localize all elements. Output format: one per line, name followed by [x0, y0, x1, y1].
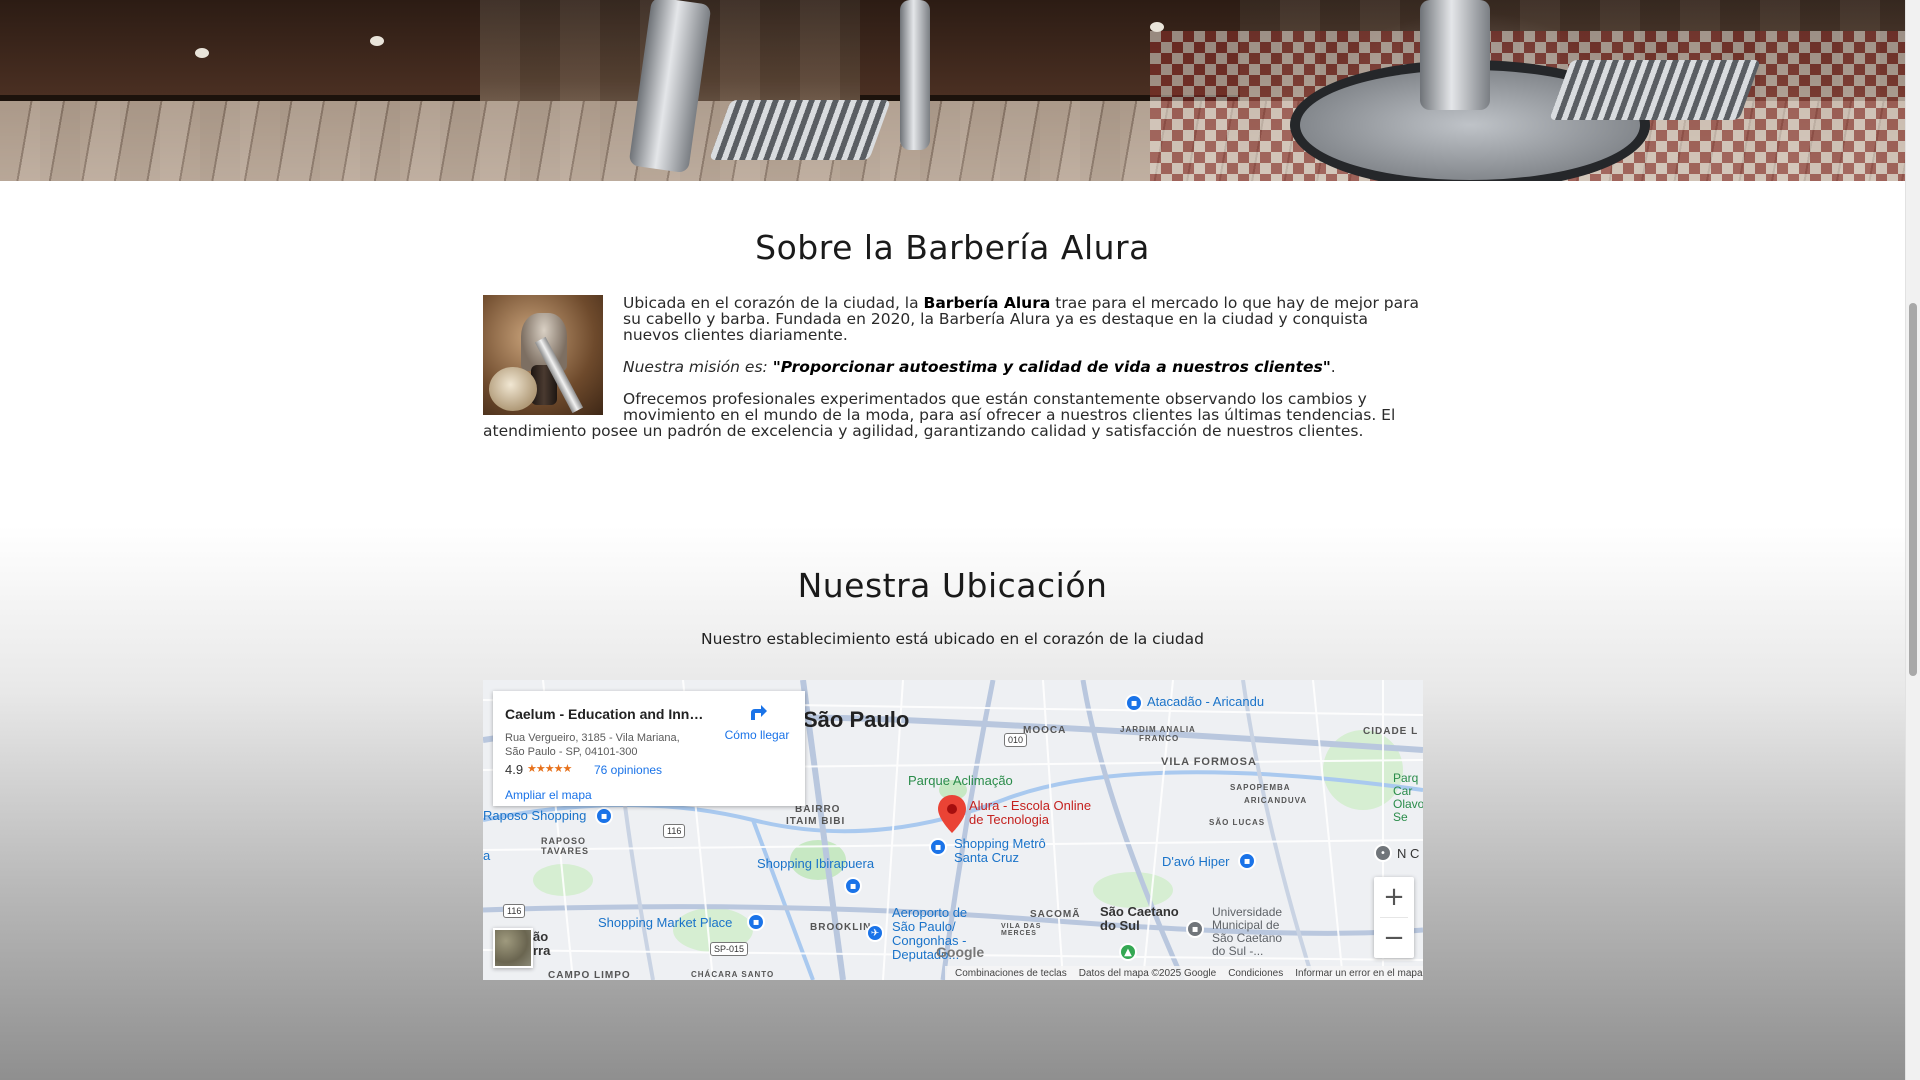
- map-label-brooklin: BROOKLIN: [810, 922, 872, 933]
- location-pin-icon[interactable]: [938, 795, 966, 833]
- map-label-raposo-shopping[interactable]: Raposo Shopping: [483, 808, 586, 823]
- about-mission: Nuestra misión es: "Proporcionar autoest…: [623, 358, 1336, 376]
- map-label-alura[interactable]: Alura - Escola Online de Tecnologia: [969, 799, 1091, 827]
- about-intro: Ubicada en el corazón de la ciudad, la B…: [623, 294, 1420, 344]
- directions-icon[interactable]: [746, 701, 770, 725]
- map-label-shopping-metro[interactable]: Shopping Metrô Santa Cruz: [954, 837, 1046, 865]
- route-010-shield: 010: [1004, 733, 1028, 747]
- park-poi-icon[interactable]: ▲: [1119, 943, 1137, 961]
- map-label-cidade: CIDADE L: [1363, 726, 1419, 737]
- map-label-parque-carmo: Parq Car Olavo Se: [1393, 771, 1423, 824]
- location-section: Nuestra Ubicación Nuestro establecimient…: [0, 526, 1905, 1080]
- page-scrollbar[interactable]: [1905, 0, 1920, 1080]
- map-label-itaim: ITAIM BIBI: [786, 816, 846, 827]
- route-116-shield: 116: [503, 904, 526, 918]
- location-poi-icon[interactable]: •: [1374, 844, 1392, 862]
- shopping-poi-icon[interactable]: ▪: [929, 838, 947, 856]
- google-logo: Google: [936, 944, 985, 960]
- map-label-sapopemba: SAPOPEMBA: [1230, 783, 1291, 792]
- directions-link[interactable]: Cómo llegar: [721, 728, 793, 742]
- map-footer: Combinaciones de teclas Datos del mapa ©…: [945, 966, 1423, 980]
- satellite-layer-button[interactable]: [493, 928, 533, 968]
- place-address: Rua Vergueiro, 3185 - Vila Mariana, São P…: [505, 732, 680, 758]
- reviews-link[interactable]: 76 opiniones: [594, 763, 662, 777]
- map-label-sao-paulo: São Paulo: [803, 707, 910, 732]
- location-subtitle: Nuestro establecimiento está ubicado en …: [700, 630, 1205, 648]
- zoom-out-button[interactable]: −: [1374, 918, 1414, 958]
- map-label-sao-lucas: SÃO LUCAS: [1209, 818, 1266, 827]
- scrollbar-thumb[interactable]: [1909, 303, 1917, 676]
- map-label-sacoma: SACOMÃ: [1030, 909, 1081, 920]
- keyboard-shortcuts-link[interactable]: Combinaciones de teclas: [955, 968, 1067, 979]
- map-label-nc: N C: [1397, 846, 1420, 861]
- map-label-aricanduva: ARICANDUVA: [1244, 796, 1308, 805]
- terms-link[interactable]: Condiciones: [1228, 968, 1283, 979]
- map-label-chacara: CHÁCARA SANTO: [691, 970, 775, 979]
- map-label-franco: FRANCO: [1139, 734, 1180, 743]
- map-label-shopping-ibirapuera[interactable]: Shopping Ibirapuera: [757, 856, 874, 871]
- map-label-vila-das-merces: VILA DAS MERCES: [1001, 923, 1042, 937]
- map-zoom-controls: + −: [1374, 877, 1414, 958]
- about-text: Ubicada en el corazón de la ciudad, la B…: [483, 295, 1423, 455]
- about-services: Ofrecemos profesionales experimentados q…: [483, 390, 1396, 440]
- map-label-raposo-tavares: RAPOSO TAVARES: [541, 836, 590, 856]
- map-label-vila-formosa: VILA FORMOSA: [1161, 756, 1257, 768]
- map-label-universidade[interactable]: Universidade Municipal de São Caetano do Su…: [1212, 906, 1282, 958]
- about-section: Sobre la Barbería Alura Ubicada en el co…: [0, 181, 1905, 526]
- shopping-poi-icon[interactable]: ▪: [747, 913, 765, 931]
- page: Sobre la Barbería Alura Ubicada en el co…: [0, 0, 1905, 1080]
- shaving-brush-image: [483, 295, 603, 415]
- map-place-card: Caelum - Education and Innov... Rua Verg…: [493, 691, 805, 806]
- shopping-poi-icon[interactable]: ▪: [1125, 694, 1143, 712]
- report-error-link[interactable]: Informar un error en el mapa: [1295, 968, 1422, 979]
- map-label-campo-limpo: CAMPO LIMPO: [548, 970, 631, 980]
- hero-banner-image: [0, 0, 1905, 181]
- expand-map-link[interactable]: Ampliar el mapa: [505, 788, 592, 802]
- embedded-map[interactable]: São Paulo MOOCA JARDIM ANALIA FRANCO VIL…: [483, 680, 1423, 980]
- shopping-poi-icon[interactable]: ▪: [595, 807, 613, 825]
- rating-stars-icon: ★★★★★: [527, 763, 572, 775]
- map-label-fragment-a: a: [483, 848, 491, 863]
- zoom-in-button[interactable]: +: [1374, 877, 1414, 917]
- map-label-mooca: MOOCA: [1023, 725, 1067, 736]
- map-label-parque-aclimacao[interactable]: Parque Aclimação: [908, 773, 1013, 788]
- location-heading: Nuestra Ubicación: [797, 566, 1108, 605]
- airport-icon[interactable]: ✈: [866, 924, 884, 942]
- university-poi-icon[interactable]: ▪: [1186, 920, 1204, 938]
- map-label-atacadao[interactable]: Atacadão - Aricandu: [1147, 694, 1264, 709]
- route-sp015-shield: SP-015: [710, 942, 749, 956]
- map-label-market-place[interactable]: Shopping Market Place: [598, 915, 732, 930]
- place-rating: 4.9: [505, 762, 524, 777]
- map-label-sao-caetano: São Caetano do Sul: [1100, 904, 1179, 933]
- map-label-davo-hiper[interactable]: D'avó Hiper: [1162, 854, 1230, 869]
- place-name: Caelum - Education and Innov...: [505, 706, 705, 722]
- map-label-jardim: JARDIM ANALIA: [1120, 725, 1196, 734]
- route-116-shield: 116: [663, 824, 686, 838]
- about-heading: Sobre la Barbería Alura: [755, 228, 1150, 267]
- map-data-attribution: Datos del mapa ©2025 Google: [1078, 967, 1217, 979]
- map-label-fragment-sao: ão rra: [533, 929, 551, 958]
- shopping-poi-icon[interactable]: ▪: [844, 877, 862, 895]
- shopping-poi-icon[interactable]: ▪: [1238, 852, 1256, 870]
